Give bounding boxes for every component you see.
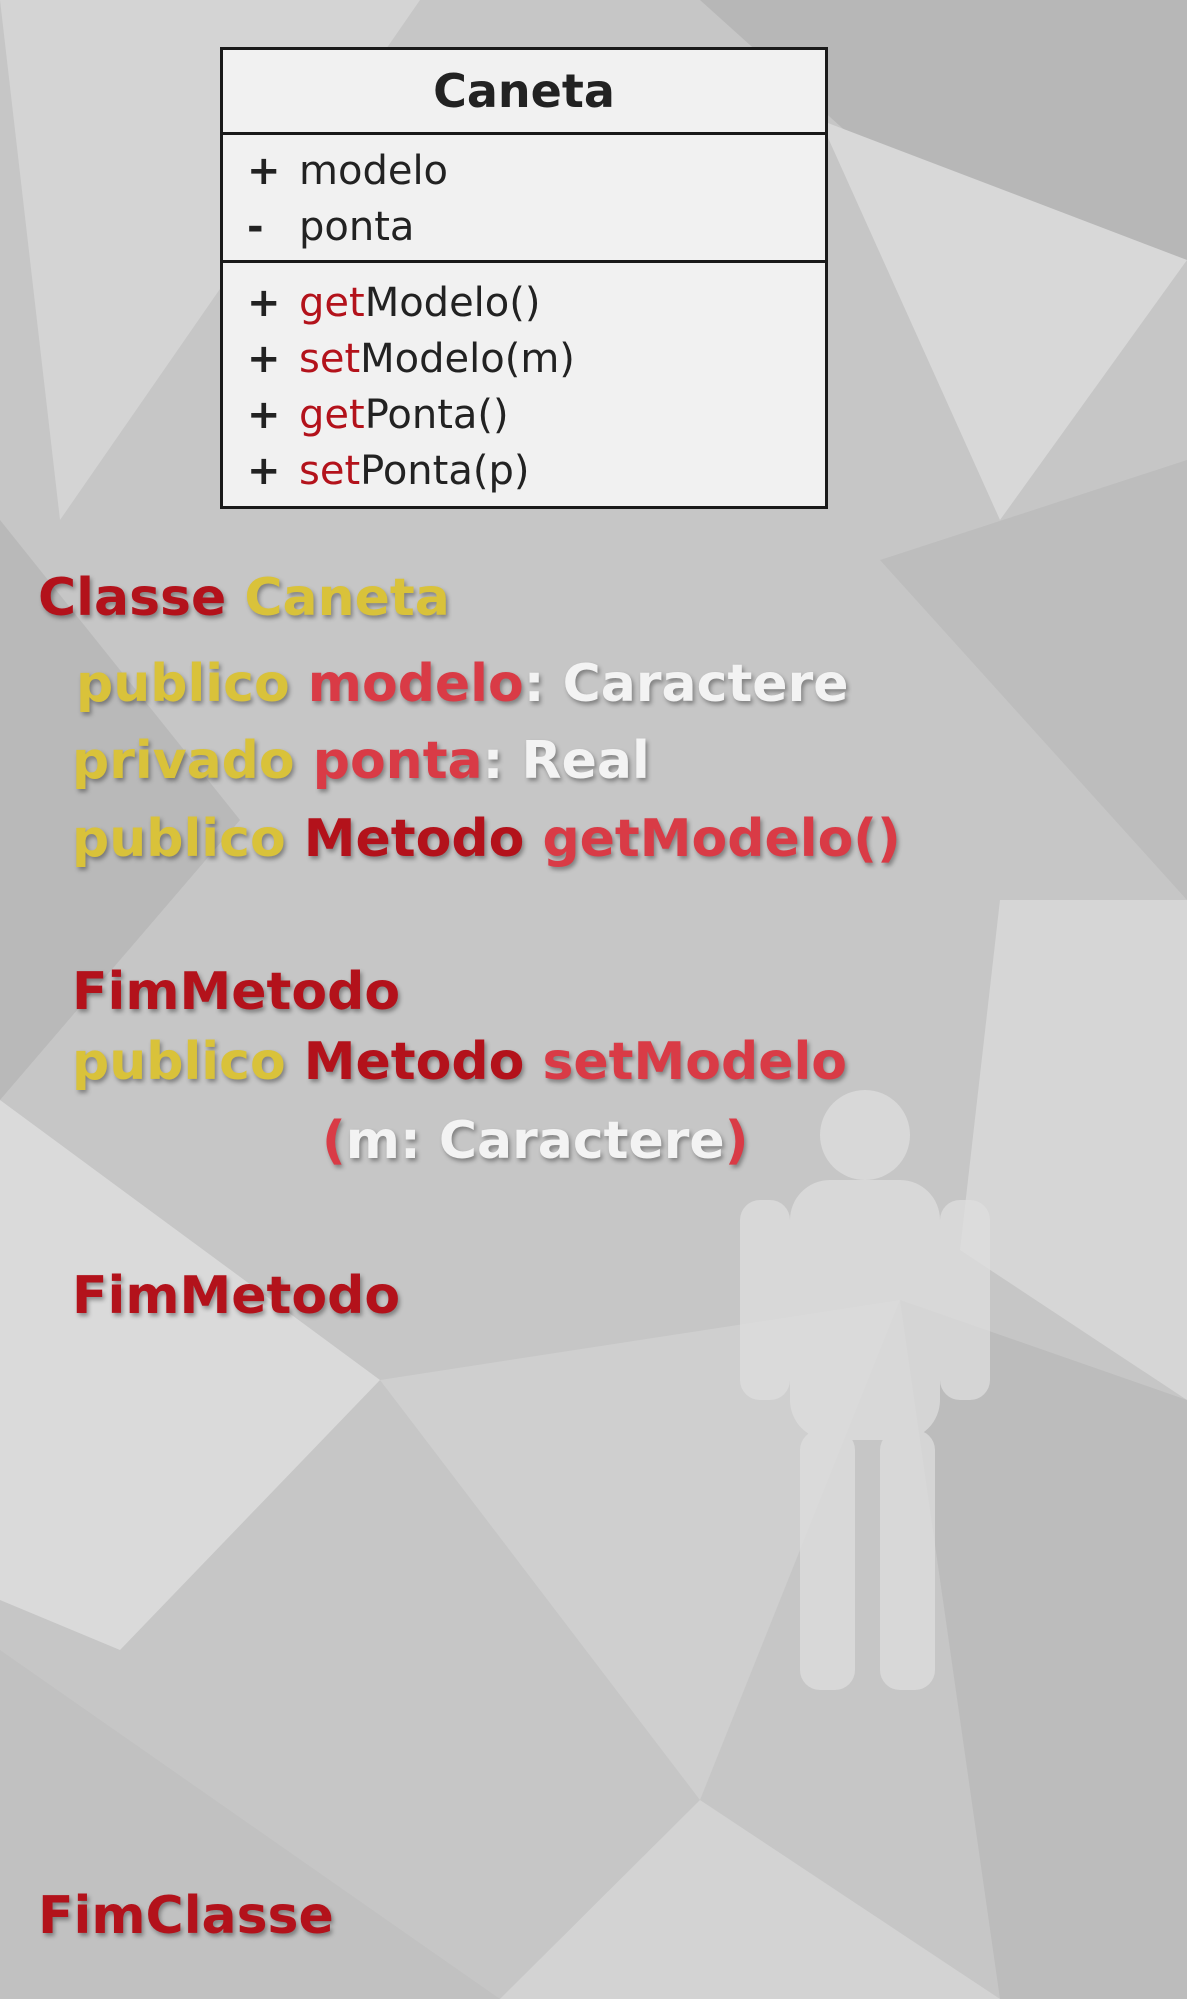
method-rest: Ponta() — [364, 392, 509, 438]
visibility-marker: + — [247, 148, 281, 194]
uml-method: + set Ponta(p) — [223, 443, 825, 499]
keyword-fimmetodo: FimMetodo — [72, 1266, 401, 1326]
uml-attribute: - ponta — [223, 199, 825, 255]
method-name: setModelo — [542, 1032, 848, 1092]
keyword-fimclasse: FimClasse — [38, 1886, 334, 1946]
method-prefix: set — [299, 448, 361, 494]
method-param: m: Caractere — [345, 1111, 725, 1171]
uml-attribute: + modelo — [223, 143, 825, 199]
keyword-metodo: Metodo — [303, 1032, 525, 1092]
method-prefix: get — [299, 280, 365, 326]
visibility-keyword: publico — [72, 1032, 286, 1092]
paren-open: ( — [322, 1111, 346, 1171]
uml-attributes: + modelo - ponta — [223, 135, 825, 263]
uml-method: + set Modelo(m) — [223, 331, 825, 387]
visibility-keyword: publico — [72, 809, 286, 869]
uml-method: + get Ponta() — [223, 387, 825, 443]
code-method-params: (m: Caractere) — [322, 1115, 748, 1167]
method-rest: Modelo(m) — [360, 336, 575, 382]
code-attribute-ponta: privado ponta: Real — [72, 735, 650, 787]
class-name: Caneta — [244, 568, 450, 628]
code-end-method-2: FimMetodo — [72, 1270, 400, 1322]
method-rest: Ponta(p) — [360, 448, 530, 494]
keyword-fimmetodo: FimMetodo — [72, 962, 401, 1022]
paren-close: ) — [724, 1111, 749, 1171]
uml-class-name: Caneta — [223, 50, 825, 135]
visibility-keyword: privado — [72, 731, 295, 791]
visibility-marker: + — [247, 280, 281, 326]
code-class-declaration: Classe Caneta — [38, 572, 450, 624]
attribute-type: : Caractere — [523, 654, 849, 714]
visibility-marker: + — [247, 392, 281, 438]
code-attribute-modelo: publico modelo: Caractere — [76, 658, 848, 710]
code-method-getmodelo: publico Metodo getModelo() — [72, 813, 901, 865]
attribute-type: : Real — [482, 731, 650, 791]
visibility-marker: - — [247, 204, 264, 250]
visibility-keyword: publico — [76, 654, 290, 714]
code-method-setmodelo: publico Metodo setModelo — [72, 1036, 847, 1088]
uml-method: + get Modelo() — [223, 275, 825, 331]
keyword-classe: Classe — [38, 568, 227, 628]
attribute-name: modelo — [307, 654, 524, 714]
method-prefix: set — [299, 336, 361, 382]
attribute-name: modelo — [299, 148, 449, 194]
method-name: getModelo() — [542, 809, 901, 869]
code-end-method-1: FimMetodo — [72, 966, 400, 1018]
attribute-name: ponta — [312, 731, 483, 791]
method-prefix: get — [299, 392, 365, 438]
uml-methods: + get Modelo() + set Modelo(m) + get Ponta(… — [223, 263, 825, 499]
uml-class-box: Caneta + modelo - ponta + get Modelo() + … — [220, 47, 828, 509]
visibility-marker: + — [247, 448, 281, 494]
attribute-name: ponta — [299, 204, 415, 250]
visibility-marker: + — [247, 336, 281, 382]
keyword-metodo: Metodo — [303, 809, 525, 869]
method-rest: Modelo() — [364, 280, 541, 326]
code-end-class: FimClasse — [38, 1890, 334, 1942]
